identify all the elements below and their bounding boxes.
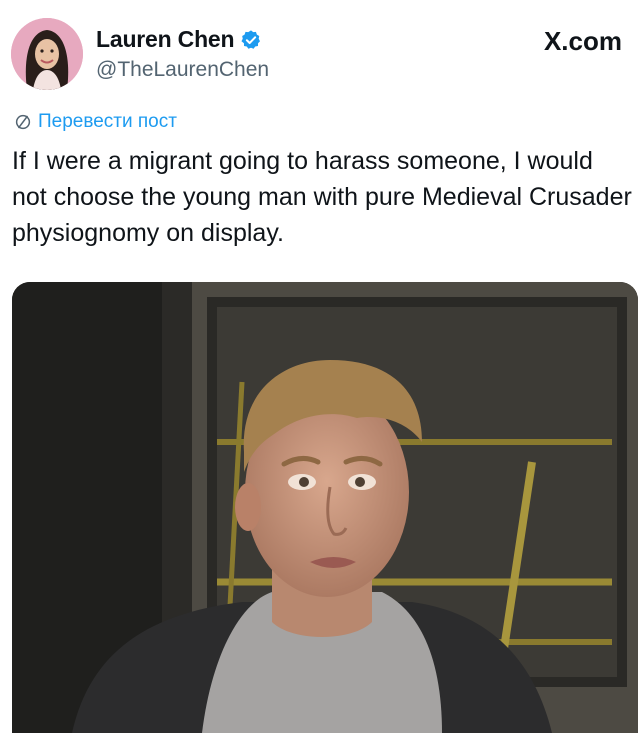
globe-icon <box>14 113 32 131</box>
author-display-name[interactable]: Lauren Chen <box>96 26 235 53</box>
author-name-row: Lauren Chen <box>96 26 262 53</box>
post-header: Lauren Chen @TheLaurenChen X.com <box>0 0 640 100</box>
brand-mark: X.com <box>544 26 622 57</box>
translate-label: Перевести пост <box>38 111 177 132</box>
verified-badge-icon <box>240 29 262 51</box>
brand-label: X.com <box>543 26 622 56</box>
author-handle[interactable]: @TheLaurenChen <box>96 58 269 82</box>
post-text: If I were a migrant going to harass some… <box>12 147 632 247</box>
author-avatar[interactable] <box>11 18 83 90</box>
post-media-photo[interactable] <box>12 282 638 733</box>
translate-post-link[interactable]: Перевести пост <box>14 111 177 133</box>
